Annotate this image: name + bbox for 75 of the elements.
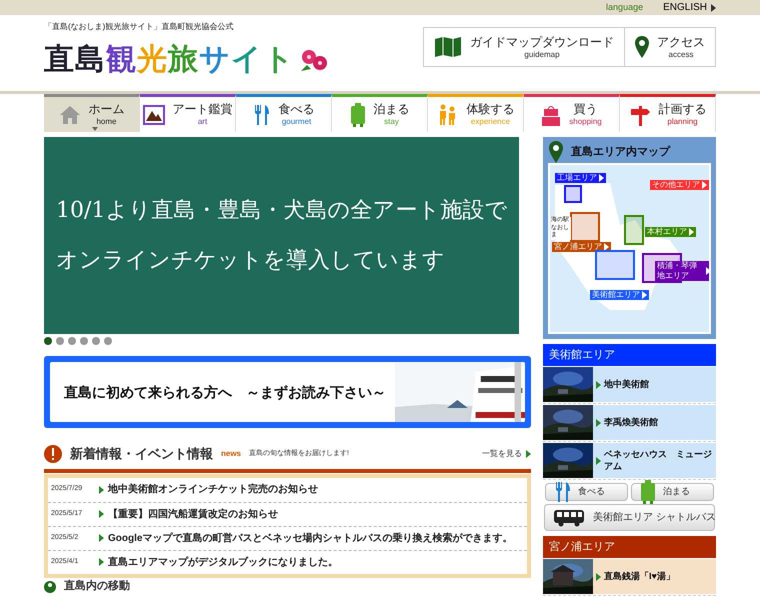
spot-link[interactable]: 地中美術館	[593, 367, 716, 402]
map-icon	[434, 36, 462, 58]
hero-slide[interactable]: 10/1より直島・豊島・犬島の全アート施設で オンラインチケットを導入しています	[44, 137, 519, 334]
news-link[interactable]: 【重要】四国汽船運賃改定のお知らせ	[108, 506, 278, 522]
area-button[interactable]: 泊まる	[631, 483, 714, 501]
area-outline	[595, 250, 635, 280]
chevron-icon	[599, 174, 604, 182]
chevron-icon	[526, 450, 531, 458]
nav-tab[interactable]: 食べる gourmet	[236, 94, 332, 132]
hero-text: オンラインチケットを導入しています	[56, 250, 446, 272]
chevron-icon	[642, 291, 647, 299]
fork-knife-icon	[252, 104, 270, 126]
signpost-icon	[628, 104, 650, 126]
area-button[interactable]: 食べる	[545, 483, 628, 501]
nav-tab[interactable]: 計画する planning	[620, 94, 716, 132]
nav-tab[interactable]: ホーム home	[44, 94, 140, 132]
chevron-icon	[99, 510, 104, 518]
first-visit-banner[interactable]: 直島に初めて来られる方へ ～まずお読み下さい～	[44, 356, 531, 428]
area-outline	[570, 212, 600, 242]
area-label[interactable]: その他エリア	[650, 180, 709, 190]
nav-tab[interactable]: 体験する experience	[428, 94, 524, 132]
fork-knife-icon	[554, 481, 572, 503]
language-label: language	[606, 0, 644, 14]
area-outline	[564, 185, 582, 203]
hero-text: 10/1より直島・豊島・犬島の全アート施設で	[56, 200, 508, 222]
spot-link[interactable]: 李禹煥美術館	[593, 405, 716, 440]
caret-icon	[92, 127, 98, 131]
chevron-icon	[596, 380, 601, 388]
bus-icon	[553, 508, 585, 526]
chevron-icon	[702, 181, 707, 189]
area-label[interactable]: 本村エリア	[645, 227, 696, 237]
nav-tab[interactable]: 泊まる stay	[332, 94, 428, 132]
exclamation-icon	[44, 444, 62, 463]
chevron-icon	[99, 534, 104, 542]
news-link[interactable]: 地中美術館オンラインチケット完売のお知らせ	[108, 482, 318, 497]
news-tag: news	[221, 448, 242, 460]
location-pin-icon	[635, 36, 649, 58]
location-pin-icon	[549, 141, 563, 163]
gift-box-icon	[541, 104, 562, 126]
picture-frame-icon	[142, 104, 164, 124]
area-outline	[624, 215, 644, 245]
section-title: 新着情報・イベント情報	[70, 445, 213, 463]
section-title: 直島内の移動	[64, 581, 130, 592]
shuttle-bus-button[interactable]: 美術館エリア シャトルバス	[544, 504, 715, 531]
chevron-icon	[99, 486, 104, 494]
spot-link[interactable]: 直島銭湯「I♥湯」	[593, 559, 716, 594]
area-header: 宮ノ浦エリア	[543, 536, 716, 558]
banner-text: 直島に初めて来られる方へ ～まずお読み下さい～	[63, 382, 386, 402]
area-label[interactable]: 工場エリア	[555, 173, 606, 183]
chevron-icon	[604, 243, 609, 251]
chevron-icon	[99, 558, 104, 566]
house-icon	[58, 104, 80, 124]
spot-link[interactable]: ベネッセハウス ミュージアム	[593, 443, 716, 478]
area-label[interactable]: 美術館エリア	[590, 290, 649, 300]
chevron-icon	[689, 228, 694, 236]
suitcase-icon	[350, 102, 366, 126]
area-label[interactable]: 宮ノ浦エリア	[552, 242, 611, 252]
chevron-icon	[596, 572, 601, 580]
view-all-link[interactable]: 一覧を見る	[482, 448, 531, 460]
news-link[interactable]: 直島エリアマップがデジタルブックになりました。	[108, 554, 338, 570]
suitcase-icon	[640, 480, 656, 504]
english-link[interactable]: ENGLISH	[663, 0, 716, 15]
area-label[interactable]: 積浦・琴弾地エリア	[655, 261, 709, 281]
site-logo[interactable]: 直島観光旅サイト	[44, 45, 295, 75]
guidemap-download-link[interactable]: ガイドマップダウンロード guidemap	[424, 28, 624, 66]
access-link[interactable]: アクセス access	[624, 28, 715, 66]
chevron-icon	[711, 4, 716, 12]
site-tagline: 「直島(なおしま)観光旅サイト」直島町観光協会公式	[44, 21, 234, 33]
panel-title: 直島エリア内マップ	[571, 144, 670, 160]
chevron-icon	[596, 456, 601, 464]
chevron-icon	[596, 418, 601, 426]
area-header: 美術館エリア	[543, 344, 716, 366]
news-link[interactable]: Googleマップで直島の町営バスとベネッセ場内シャトルバスの乗り換え検索ができます。	[108, 530, 512, 546]
nav-tab[interactable]: 買う shopping	[524, 94, 620, 132]
nav-tab[interactable]: アート鑑賞 art	[140, 94, 236, 132]
